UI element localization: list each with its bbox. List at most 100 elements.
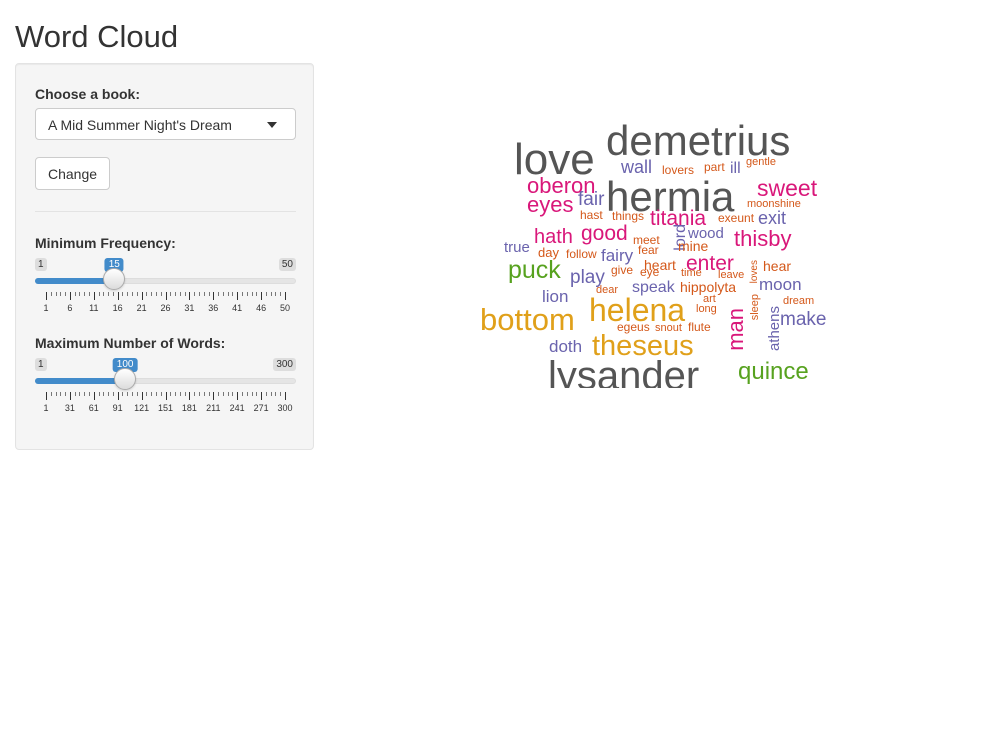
slider-tick xyxy=(141,392,143,400)
slider-minor-tick xyxy=(275,392,277,396)
slider-minor-tick xyxy=(79,292,81,296)
slider-minor-tick xyxy=(275,292,277,296)
cloud-word: bottom xyxy=(480,302,575,337)
slider-minor-tick xyxy=(265,292,267,296)
slider-handle[interactable] xyxy=(114,368,137,390)
slider-minor-tick xyxy=(175,292,177,296)
slider-tick-label: 11 xyxy=(89,303,99,313)
slider-tick xyxy=(165,292,167,300)
cloud-word: time xyxy=(681,267,702,279)
cloud-word: man xyxy=(723,308,748,351)
slider-minor-tick xyxy=(227,392,229,396)
cloud-word: hippolyta xyxy=(680,279,737,295)
slider-minor-tick xyxy=(89,292,91,296)
cloud-word: lovers xyxy=(662,163,695,177)
slider-tick xyxy=(285,392,286,400)
min-frequency-slider[interactable]: 1 50 15 1 6 11 16 21 26 31 36 41 46 50 xyxy=(35,258,296,338)
slider-minor-tick xyxy=(256,392,258,396)
book-select[interactable]: A Mid Summer Night's Dream xyxy=(35,108,296,140)
cloud-word: sleep xyxy=(749,294,761,321)
slider-minor-tick xyxy=(146,392,148,396)
slider-minor-tick xyxy=(198,292,200,296)
slider-tick xyxy=(213,292,215,300)
cloud-word: speak xyxy=(632,279,675,296)
slider-tick-label: 61 xyxy=(88,403,99,413)
slider-minor-tick xyxy=(146,292,148,296)
cloud-word: good xyxy=(581,222,628,245)
slider-minor-tick xyxy=(98,292,100,296)
cloud-word: quince xyxy=(738,358,809,385)
slider-minor-tick xyxy=(270,392,272,396)
cloud-word: fair xyxy=(578,189,605,210)
book-select-value: A Mid Summer Night's Dream xyxy=(48,117,232,133)
slider-tick xyxy=(189,392,191,400)
slider-handle[interactable] xyxy=(103,268,126,290)
slider-minor-tick xyxy=(280,292,282,296)
slider-minor-tick xyxy=(160,292,162,296)
slider-minor-tick xyxy=(198,392,200,396)
slider-minor-tick xyxy=(246,392,248,396)
slider-tick xyxy=(213,392,215,400)
slider-minor-tick xyxy=(222,392,224,396)
slider-minor-tick xyxy=(60,292,62,296)
slider-max-label: 50 xyxy=(278,258,296,271)
slider-tick-label: 91 xyxy=(112,403,123,413)
slider-tick xyxy=(93,292,95,300)
cloud-word: true xyxy=(504,239,530,256)
slider-minor-tick xyxy=(227,292,229,296)
cloud-word: things xyxy=(612,209,645,223)
cloud-word: wall xyxy=(621,157,653,177)
slider-minor-tick xyxy=(184,392,186,396)
slider-tick-label: 46 xyxy=(256,303,267,313)
min-frequency-label: Minimum Frequency: xyxy=(35,235,176,251)
cloud-word: exeunt xyxy=(718,211,755,225)
cloud-word: hast xyxy=(580,208,603,222)
slider-tick xyxy=(141,292,143,300)
slider-minor-tick xyxy=(218,292,220,296)
cloud-word: eye xyxy=(640,265,660,279)
slider-minor-tick xyxy=(175,392,177,396)
slider-minor-tick xyxy=(127,292,129,296)
cloud-word: sweet xyxy=(757,175,818,201)
slider-minor-tick xyxy=(251,392,253,396)
change-button[interactable]: Change xyxy=(35,157,110,190)
sidebar-panel: Choose a book: A Mid Summer Night's Drea… xyxy=(15,63,314,450)
slider-tick-label: 16 xyxy=(112,303,123,313)
slider-minor-tick xyxy=(170,392,172,396)
slider-minor-tick xyxy=(179,292,181,296)
cloud-word: follow xyxy=(566,247,597,261)
slider-minor-tick xyxy=(122,392,124,396)
slider-minor-tick xyxy=(132,392,134,396)
slider-minor-tick xyxy=(241,292,243,296)
slider-minor-tick xyxy=(132,292,134,296)
slider-minor-tick xyxy=(60,392,62,396)
slider-minor-tick xyxy=(251,292,253,296)
cloud-word: doth xyxy=(549,337,583,356)
slider-minor-tick xyxy=(84,392,86,396)
slider-tick xyxy=(93,392,95,400)
slider-fill xyxy=(35,378,126,384)
cloud-word: give xyxy=(611,263,634,277)
slider-tick xyxy=(69,392,71,400)
slider-tick-label: 211 xyxy=(206,403,221,413)
slider-tick xyxy=(117,292,119,300)
slider-minor-tick xyxy=(55,392,57,396)
slider-minor-tick xyxy=(84,292,86,296)
slider-tick-label: 151 xyxy=(157,403,174,413)
divider xyxy=(35,211,296,212)
max-words-slider[interactable]: 1 300 100 1 31 61 91 121 151 181 211 241 271 300 xyxy=(35,358,296,438)
cloud-word: thisby xyxy=(734,226,792,251)
slider-minor-tick xyxy=(65,392,67,396)
slider-minor-tick xyxy=(270,292,272,296)
slider-tick-label: 21 xyxy=(136,303,147,313)
slider-tick-label: 50 xyxy=(279,303,291,313)
cloud-word: lion xyxy=(542,287,569,306)
slider-tick-label: 41 xyxy=(232,303,243,313)
slider-tick-label: 300 xyxy=(277,403,293,413)
slider-minor-tick xyxy=(136,392,138,396)
cloud-word: fairy xyxy=(601,246,634,265)
slider-minor-tick xyxy=(103,292,105,296)
slider-minor-tick xyxy=(246,292,248,296)
cloud-word: puck xyxy=(508,256,561,284)
slider-minor-tick xyxy=(194,392,196,396)
